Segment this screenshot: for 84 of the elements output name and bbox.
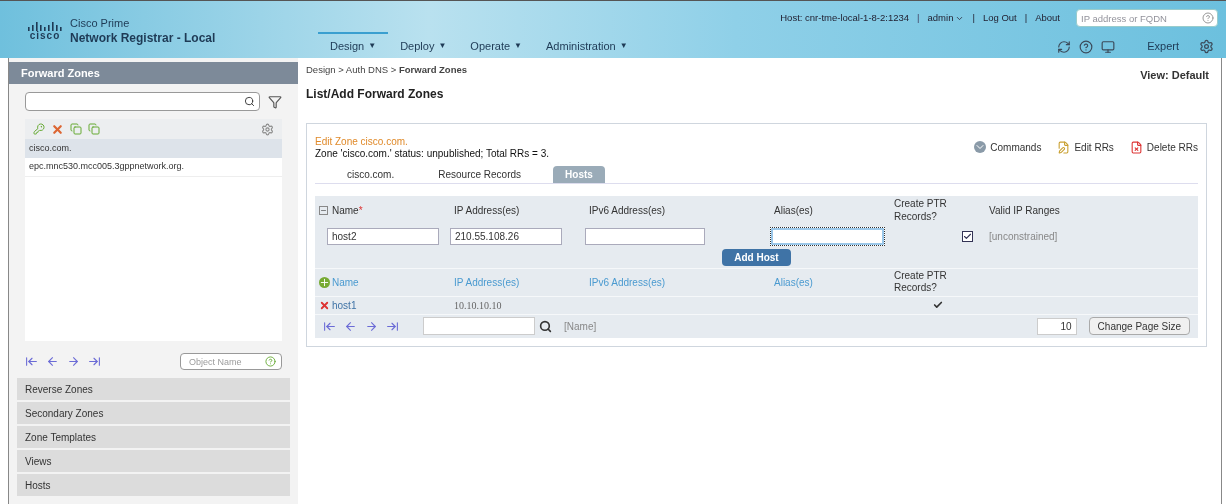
- help-icon[interactable]: [1079, 40, 1094, 54]
- filter-input[interactable]: [423, 317, 535, 335]
- logo-icon: [28, 22, 62, 31]
- host-label: Host: cnr-tme-local-1-8-2:1234: [780, 10, 910, 25]
- filter-hint: [Name]: [564, 319, 597, 334]
- column-header: IPv6 Address(es): [588, 204, 667, 218]
- column-header: Create PTR Records?: [893, 198, 948, 223]
- first-page-icon[interactable]: [25, 354, 38, 368]
- add-icon[interactable]: [319, 276, 330, 288]
- column-header: Valid IP Ranges: [988, 204, 1061, 218]
- section-header[interactable]: Hosts: [17, 474, 290, 496]
- page-title: List/Add Forward Zones: [306, 85, 445, 103]
- sidebar-title: Forward Zones: [9, 62, 298, 84]
- search-icon: [244, 96, 255, 107]
- monitor-icon[interactable]: [1101, 40, 1116, 54]
- next-page-icon[interactable]: [365, 319, 378, 333]
- last-page-icon[interactable]: [88, 354, 101, 368]
- settings-icon[interactable]: [261, 122, 274, 136]
- last-page-icon[interactable]: [386, 319, 399, 333]
- zone-status: Zone 'cisco.com.' status: unpublished; Total RRs = 3.: [315, 148, 550, 161]
- zone-item[interactable]: cisco.com.: [25, 139, 282, 158]
- object-name-field[interactable]: Object Name: [180, 353, 282, 370]
- section-header[interactable]: Views: [17, 450, 290, 472]
- separator: |: [972, 10, 975, 25]
- collapse-icon[interactable]: [319, 206, 328, 215]
- commands-icon: [974, 141, 987, 153]
- edit-rrs-link[interactable]: Edit RRs: [1074, 139, 1114, 155]
- previous-page-icon[interactable]: [344, 319, 357, 333]
- delete-rrs-link[interactable]: Delete RRs: [1146, 139, 1198, 155]
- menu-tab[interactable]: Design ▼: [318, 31, 389, 54]
- key-icon[interactable]: [33, 123, 45, 135]
- search-icon[interactable]: [539, 319, 552, 333]
- delete-icon: [1129, 140, 1143, 154]
- zone-search-field[interactable]: [25, 92, 260, 111]
- ipv6-address-input[interactable]: [585, 228, 705, 245]
- column-header: Name*: [332, 204, 363, 218]
- copy-icon[interactable]: [88, 123, 100, 135]
- add-host-button[interactable]: Add Host: [722, 249, 791, 266]
- menu-tab[interactable]: Deploy ▼: [388, 31, 459, 54]
- section-header[interactable]: Zone Templates: [17, 426, 290, 448]
- refresh-icon[interactable]: [1057, 40, 1072, 54]
- name-input[interactable]: host2: [327, 228, 439, 245]
- section-header[interactable]: Secondary Zones: [17, 402, 290, 424]
- valid-ip-ranges: [unconstrained]: [988, 230, 1059, 244]
- host-link[interactable]: host1: [332, 297, 357, 313]
- user-menu[interactable]: admin: [927, 10, 965, 26]
- page-size-input[interactable]: 10: [1036, 317, 1077, 335]
- zone-tab[interactable]: cisco.com.: [335, 165, 407, 183]
- filter-icon[interactable]: [268, 94, 282, 109]
- next-page-icon[interactable]: [67, 354, 80, 368]
- table-cell-text: 10.10.10.10: [453, 298, 503, 313]
- column-header: IP Address(es): [453, 204, 521, 218]
- alias-input[interactable]: [770, 227, 885, 246]
- help-icon: [265, 355, 276, 367]
- section-header[interactable]: Reverse Zones: [17, 378, 290, 400]
- breadcrumb: Design > Auth DNS > Forward Zones: [306, 63, 468, 77]
- delete-icon[interactable]: [319, 299, 330, 311]
- settings-icon[interactable]: [1199, 39, 1214, 54]
- ip-address-input[interactable]: 210.55.108.26: [450, 228, 562, 245]
- about-link[interactable]: About: [1035, 10, 1060, 26]
- copy-icon[interactable]: [70, 123, 82, 135]
- delete-icon[interactable]: [51, 122, 64, 136]
- menu-tab[interactable]: Operate ▼: [458, 31, 534, 54]
- product-line: Cisco Prime: [70, 17, 131, 31]
- previous-page-icon[interactable]: [46, 354, 59, 368]
- column-header: Alias(es): [773, 204, 814, 218]
- column-header: Create PTR Records?: [893, 269, 948, 295]
- mode-label[interactable]: Expert: [1147, 37, 1179, 54]
- ptr-checkbox[interactable]: [962, 231, 973, 242]
- change-page-size-button[interactable]: Change Page Size: [1088, 317, 1190, 335]
- logout-link[interactable]: Log Out: [982, 10, 1017, 26]
- edit-zone-title: Edit Zone cisco.com.: [315, 135, 409, 148]
- separator: |: [917, 10, 920, 25]
- edit-icon: [1057, 140, 1071, 154]
- separator: |: [1024, 10, 1028, 25]
- first-page-icon[interactable]: [323, 319, 336, 333]
- menu-tab[interactable]: Administration ▼: [534, 31, 640, 54]
- commands-menu[interactable]: Commands: [990, 139, 1042, 155]
- logo-word: cisco: [29, 31, 61, 41]
- view-label: View: Default: [1140, 68, 1209, 83]
- help-icon: [1202, 12, 1214, 24]
- product-name: Network Registrar - Local: [70, 30, 216, 46]
- address-search-field[interactable]: IP address or FQDN: [1076, 9, 1218, 27]
- zone-tab[interactable]: Resource Records: [426, 165, 534, 183]
